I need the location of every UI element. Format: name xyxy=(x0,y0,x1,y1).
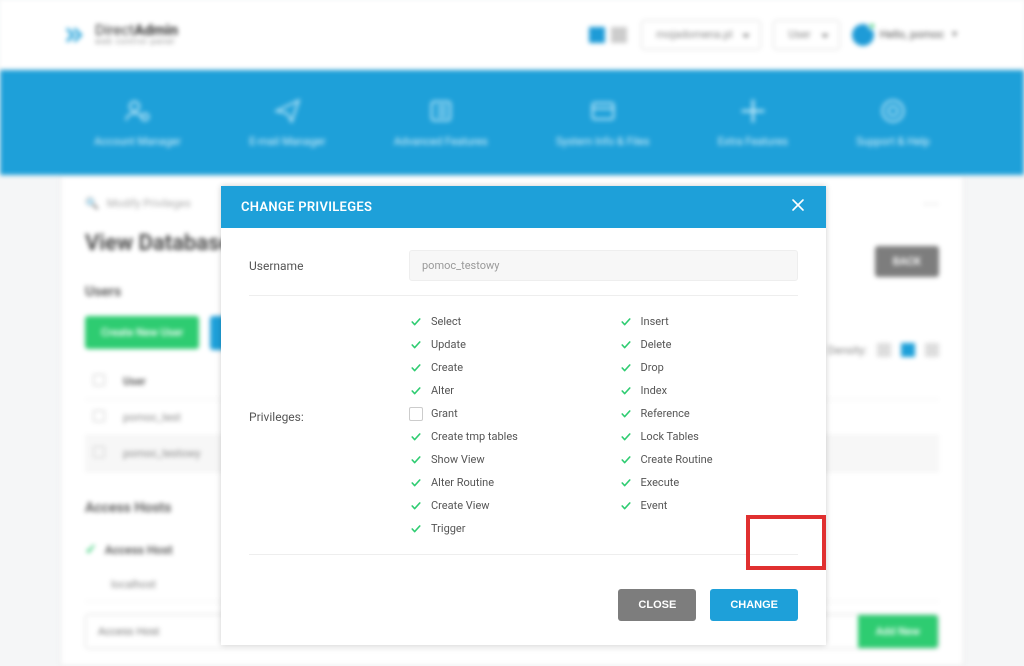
density-control: Density: xyxy=(828,343,939,357)
check-icon[interactable] xyxy=(409,522,423,536)
view-toggle[interactable] xyxy=(589,27,627,43)
privilege-label: Show View xyxy=(431,453,485,466)
check-icon[interactable] xyxy=(409,338,423,352)
privilege-item[interactable]: Execute xyxy=(619,471,799,494)
density-normal[interactable] xyxy=(901,343,915,357)
privilege-label: Reference xyxy=(641,407,690,420)
nav-advanced-features[interactable]: Advanced Features xyxy=(394,97,488,148)
check-icon[interactable] xyxy=(619,315,633,329)
checkbox-icon[interactable] xyxy=(409,407,423,421)
page-dots-icon[interactable]: ⋯ xyxy=(923,194,939,213)
brand-title: DirectAdmin xyxy=(95,23,178,38)
check-icon[interactable] xyxy=(619,384,633,398)
privilege-label: Event xyxy=(641,499,668,512)
check-icon[interactable] xyxy=(619,361,633,375)
privilege-label: Update xyxy=(431,338,466,351)
check-icon[interactable] xyxy=(619,430,633,444)
privilege-item[interactable]: Create Routine xyxy=(619,448,799,471)
check-icon[interactable] xyxy=(619,407,633,421)
change-button[interactable]: CHANGE xyxy=(710,589,798,621)
back-button[interactable]: BACK xyxy=(875,246,939,277)
check-icon[interactable] xyxy=(619,499,633,513)
privilege-item[interactable]: Select xyxy=(409,310,589,333)
privilege-label: Select xyxy=(431,315,461,328)
nav-extra-features[interactable]: Extra Features xyxy=(718,97,788,148)
nav-email-manager[interactable]: E-mail Manager xyxy=(249,97,325,148)
privilege-item[interactable]: Delete xyxy=(619,333,799,356)
privilege-label: Create View xyxy=(431,499,490,512)
row-checkbox[interactable] xyxy=(93,410,105,422)
privilege-label: Alter xyxy=(431,384,454,397)
check-icon[interactable] xyxy=(409,476,423,490)
privilege-item[interactable]: Grant xyxy=(409,402,589,425)
privilege-item[interactable]: Insert xyxy=(619,310,799,333)
privileges-label: Privileges: xyxy=(249,310,409,424)
user-select[interactable]: User xyxy=(773,20,839,50)
density-comfortable[interactable] xyxy=(925,343,939,357)
check-icon[interactable] xyxy=(409,384,423,398)
privilege-label: Trigger xyxy=(431,522,465,535)
nav-system-info[interactable]: System Info & Files xyxy=(556,97,650,148)
check-icon[interactable] xyxy=(409,315,423,329)
privilege-label: Alter Routine xyxy=(431,476,494,489)
privilege-item[interactable]: Alter Routine xyxy=(409,471,589,494)
privilege-item[interactable]: Update xyxy=(409,333,589,356)
privilege-label: Create Routine xyxy=(641,453,713,466)
privilege-item[interactable]: Show View xyxy=(409,448,589,471)
domain-select[interactable]: mojadomena.pl xyxy=(641,20,761,50)
privilege-label: Drop xyxy=(641,361,664,374)
username-label: Username xyxy=(249,259,389,273)
check-icon[interactable] xyxy=(409,361,423,375)
account-menu[interactable]: Hello, pomoc ▼ xyxy=(852,24,959,46)
check-icon[interactable] xyxy=(409,453,423,467)
avatar-icon xyxy=(852,24,874,46)
create-user-button[interactable]: Create New User xyxy=(85,316,199,349)
main-nav: Account Manager E-mail Manager Advanced … xyxy=(0,70,1024,175)
privilege-label: Delete xyxy=(641,338,672,351)
username-field[interactable]: pomoc_testowy xyxy=(409,250,798,281)
privilege-item[interactable]: Lock Tables xyxy=(619,425,799,448)
check-icon: ✓ xyxy=(85,542,97,558)
search-icon[interactable]: 🔍 xyxy=(85,197,99,210)
privilege-label: Create xyxy=(431,361,463,374)
privilege-label: Lock Tables xyxy=(641,430,699,443)
privilege-item[interactable]: Create tmp tables xyxy=(409,425,589,448)
check-icon[interactable] xyxy=(409,430,423,444)
add-host-button[interactable]: Add New xyxy=(858,615,938,648)
close-icon[interactable] xyxy=(790,197,806,218)
privilege-item[interactable]: Drop xyxy=(619,356,799,379)
privilege-item[interactable]: Trigger xyxy=(409,517,589,540)
brand-subtitle: web control panel xyxy=(95,38,178,46)
privilege-label: Create tmp tables xyxy=(431,430,518,443)
check-icon[interactable] xyxy=(619,476,633,490)
check-icon[interactable] xyxy=(619,453,633,467)
privilege-label: Index xyxy=(641,384,668,397)
check-icon[interactable] xyxy=(619,338,633,352)
row-checkbox[interactable] xyxy=(93,446,105,458)
brand-icon xyxy=(65,24,87,46)
change-privileges-modal: CHANGE PRIVILEGES Username pomoc_testowy… xyxy=(221,186,826,645)
top-bar: DirectAdmin web control panel mojadomena… xyxy=(0,0,1024,70)
nav-support-help[interactable]: Support & Help xyxy=(856,97,930,148)
privilege-item[interactable]: Create View xyxy=(409,494,589,517)
brand-logo[interactable]: DirectAdmin web control panel xyxy=(65,23,178,46)
close-button[interactable]: CLOSE xyxy=(618,589,696,621)
privilege-item[interactable]: Index xyxy=(619,379,799,402)
density-compact[interactable] xyxy=(877,343,891,357)
select-all-checkbox[interactable] xyxy=(93,374,105,386)
privilege-label: Grant xyxy=(431,407,458,420)
privilege-item[interactable]: Event xyxy=(619,494,799,517)
privilege-item[interactable]: Reference xyxy=(619,402,799,425)
privilege-item[interactable]: Alter xyxy=(409,379,589,402)
hello-text: Hello, pomoc xyxy=(880,28,944,41)
privilege-item[interactable]: Create xyxy=(409,356,589,379)
nav-account-manager[interactable]: Account Manager xyxy=(94,97,181,148)
modal-title: CHANGE PRIVILEGES xyxy=(241,200,372,215)
privilege-label: Execute xyxy=(641,476,680,489)
check-icon[interactable] xyxy=(409,499,423,513)
privilege-label: Insert xyxy=(641,315,669,328)
